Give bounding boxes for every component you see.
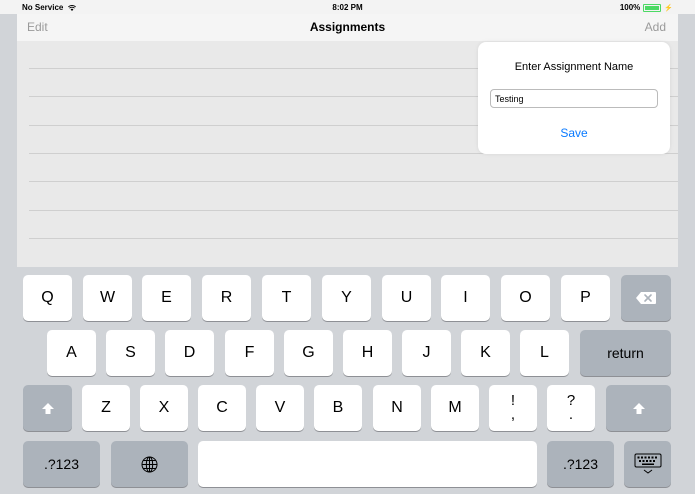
key-u[interactable]: U [382, 275, 431, 321]
space-bar[interactable] [198, 441, 537, 487]
key-m[interactable]: M [431, 385, 479, 431]
key-d[interactable]: D [165, 330, 214, 376]
key-z[interactable]: Z [82, 385, 130, 431]
key-f[interactable]: F [225, 330, 274, 376]
key-k[interactable]: K [461, 330, 510, 376]
status-bar: No Service 8:02 PM 100% ⚡ [0, 0, 695, 14]
shift-icon [632, 402, 645, 414]
key-p[interactable]: P [561, 275, 610, 321]
globe-icon [141, 456, 158, 472]
delete-key[interactable] [621, 275, 671, 321]
battery-percent: 100% [619, 3, 641, 12]
key-o[interactable]: O [501, 275, 550, 321]
page-title: Assignments [309, 20, 386, 34]
key-a[interactable]: A [47, 330, 96, 376]
charging-icon: ⚡ [664, 4, 673, 12]
key-q[interactable]: Q [23, 275, 72, 321]
navigation-bar: Edit Assignments Add [17, 14, 678, 42]
key-h[interactable]: H [343, 330, 392, 376]
delete-icon [636, 292, 656, 304]
key-b[interactable]: B [314, 385, 362, 431]
key-i[interactable]: I [441, 275, 490, 321]
keyboard-dismiss-icon [634, 453, 661, 474]
key-question-period-label: ? . [567, 393, 575, 423]
globe-key[interactable] [111, 441, 188, 487]
key-exclamation-comma-label: ! , [510, 393, 516, 423]
key-t[interactable]: T [262, 275, 311, 321]
key-bottom-label: . [568, 406, 574, 423]
assignment-name-input[interactable] [490, 89, 658, 108]
key-y[interactable]: Y [322, 275, 371, 321]
keyboard: Q W E R T Y U I O P A S D F G H J K L re… [17, 267, 678, 494]
key-w[interactable]: W [83, 275, 132, 321]
popover-title: Enter Assignment Name [514, 61, 634, 73]
return-key[interactable]: return [580, 330, 671, 376]
key-e[interactable]: E [142, 275, 191, 321]
shift-key-left[interactable] [23, 385, 72, 431]
table-row-separator [29, 210, 678, 211]
key-l[interactable]: L [520, 330, 569, 376]
key-s[interactable]: S [106, 330, 155, 376]
add-button[interactable]: Add [645, 20, 666, 34]
key-g[interactable]: G [284, 330, 333, 376]
add-assignment-popover: Enter Assignment Name Save [478, 42, 670, 154]
battery-icon [643, 3, 662, 12]
key-v[interactable]: V [256, 385, 304, 431]
key-x[interactable]: X [140, 385, 188, 431]
key-exclamation-comma[interactable]: ! , [489, 385, 537, 431]
dismiss-keyboard-key[interactable] [624, 441, 671, 487]
numbers-key-right[interactable]: .?123 [547, 441, 614, 487]
key-question-period[interactable]: ? . [547, 385, 595, 431]
numbers-key-left[interactable]: .?123 [23, 441, 100, 487]
shift-icon [41, 402, 54, 414]
battery-status: 100% ⚡ [620, 3, 673, 12]
key-j[interactable]: J [402, 330, 451, 376]
key-r[interactable]: R [202, 275, 251, 321]
table-row-separator [29, 181, 678, 182]
save-button[interactable]: Save [478, 126, 670, 140]
clock: 8:02 PM [332, 3, 363, 12]
key-n[interactable]: N [373, 385, 421, 431]
table-row-separator [29, 238, 678, 239]
shift-key-right[interactable] [606, 385, 671, 431]
key-c[interactable]: C [198, 385, 246, 431]
key-bottom-label: , [510, 406, 516, 423]
